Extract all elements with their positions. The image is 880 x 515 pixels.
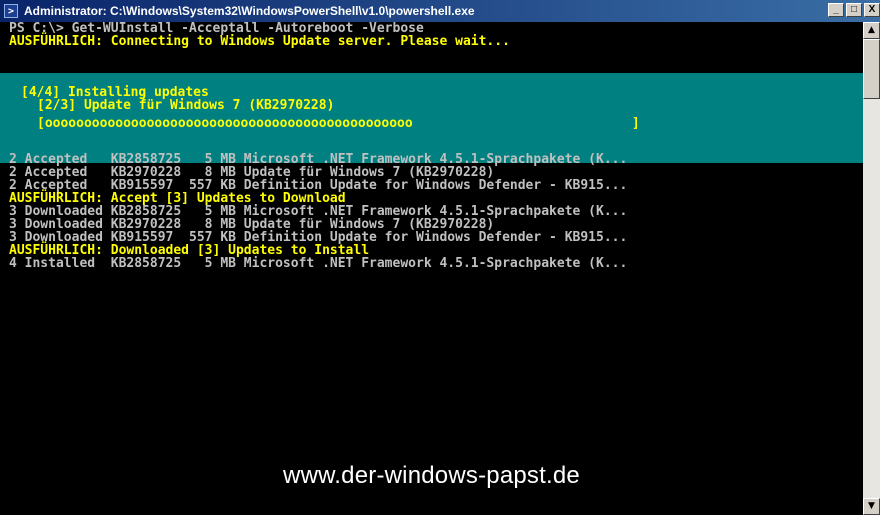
console-output[interactable]: PS C:\> Get-WUInstall -Acceptall -Autore… [0, 22, 863, 515]
scroll-down-button[interactable]: ▼ [863, 498, 880, 515]
minimize-button[interactable]: _ [828, 3, 844, 17]
scroll-up-button[interactable]: ▲ [863, 22, 880, 39]
verbose-line: AUSFÜHRLICH: Connecting to Windows Updat… [9, 34, 510, 49]
close-button[interactable]: X [864, 3, 880, 17]
maximize-button[interactable]: □ [846, 3, 862, 17]
powershell-window: > Administrator: C:\Windows\System32\Win… [0, 0, 880, 515]
window-title: Administrator: C:\Windows\System32\Windo… [24, 4, 475, 18]
progress-bar-text: [ooooooooooooooooooooooooooooooooooooooo… [37, 116, 640, 131]
progress-panel: [4/4] Installing updates [2/3] Update fü… [0, 73, 863, 163]
progress-status: [2/3] Update für Windows 7 (KB2970228) [37, 98, 335, 113]
scroll-thumb[interactable] [863, 39, 880, 99]
output-line: 4 Installed KB2858725 5 MB Microsoft .NE… [9, 256, 628, 271]
watermark-text: www.der-windows-papst.de [283, 462, 580, 489]
powershell-icon: > [4, 4, 18, 18]
title-bar[interactable]: > Administrator: C:\Windows\System32\Win… [0, 0, 880, 22]
window-controls: _ □ X [826, 3, 880, 17]
vertical-scrollbar[interactable]: ▲ ▼ [863, 22, 880, 515]
